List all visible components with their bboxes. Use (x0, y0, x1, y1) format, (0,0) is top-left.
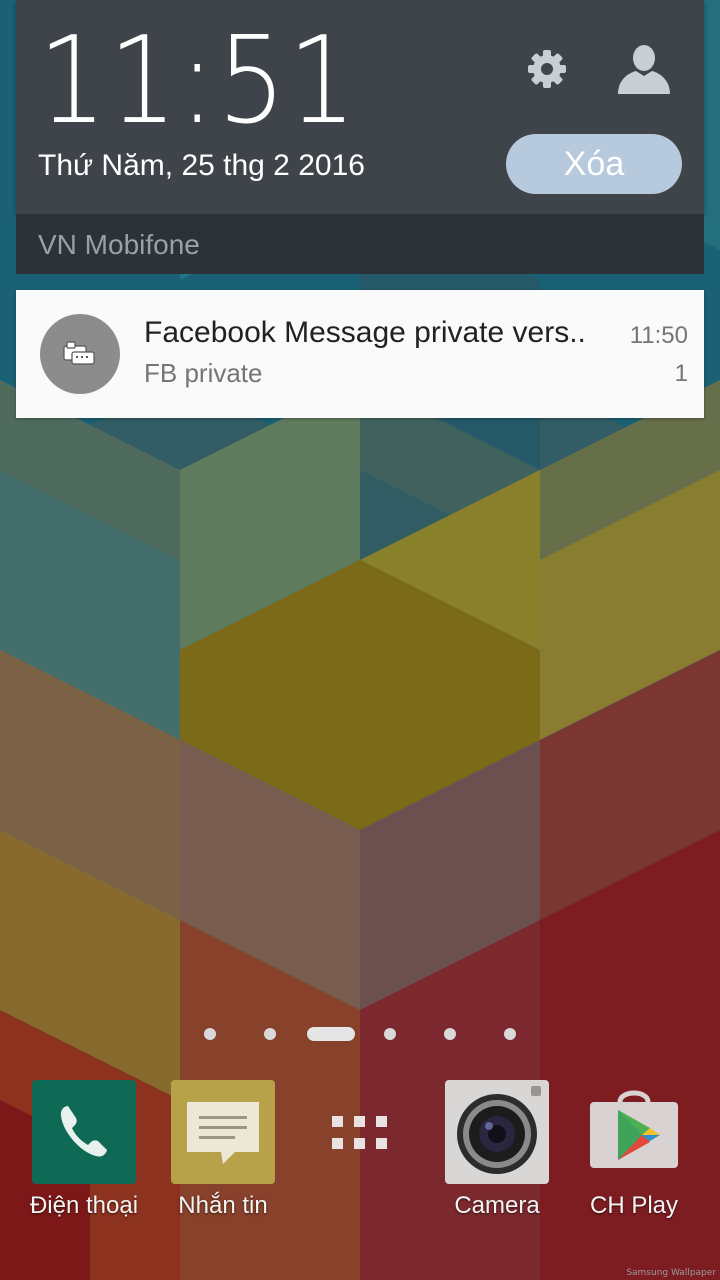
watermark: Samsung Wallpaper (626, 1268, 716, 1278)
carrier-label: VN Mobifone (38, 229, 200, 260)
dock: Điện thoại Nhắn tin Camera CH Play (0, 1080, 720, 1280)
dock-item-play-store[interactable]: CH Play (566, 1080, 702, 1230)
dock-item-apps[interactable] (292, 1080, 428, 1230)
page-dot[interactable] (384, 1028, 396, 1040)
carrier-bar: VN Mobifone (16, 214, 704, 274)
dock-label-camera: Camera (454, 1192, 540, 1219)
phone-icon (32, 1080, 136, 1184)
play-store-icon (590, 1090, 678, 1168)
notification-panel: 11:51 Thứ Năm, 25 thg 2 2016 Xóa VN Mobi… (16, 0, 704, 274)
notification-time: 11:50 (629, 322, 688, 349)
page-dot[interactable] (444, 1028, 456, 1040)
notification-card[interactable]: Facebook Message private vers.. FB priva… (16, 290, 704, 418)
page-dot[interactable] (264, 1028, 276, 1040)
gear-icon[interactable] (522, 44, 572, 94)
dock-label-messages: Nhắn tin (178, 1192, 268, 1219)
notification-count: 1 (674, 360, 688, 387)
date-label: Thứ Năm, 25 thg 2 2016 (38, 149, 365, 182)
dock-item-phone[interactable]: Điện thoại (16, 1080, 152, 1230)
page-dot[interactable] (504, 1028, 516, 1040)
dock-label-phone: Điện thoại (29, 1192, 139, 1219)
notification-title: Facebook Message private vers.. (144, 316, 586, 349)
dock-label-play-store: CH Play (589, 1192, 679, 1219)
notification-subtitle: FB private (144, 358, 263, 388)
page-dot-active[interactable] (307, 1027, 355, 1041)
dock-item-camera[interactable]: Camera (429, 1080, 565, 1230)
messages-icon (171, 1080, 275, 1184)
clock: 11:51 (38, 12, 359, 151)
panel-header: 11:51 Thứ Năm, 25 thg 2 2016 Xóa (16, 0, 704, 214)
dock-item-messages[interactable]: Nhắn tin (155, 1080, 291, 1230)
page-indicator (0, 1024, 720, 1044)
clear-button[interactable]: Xóa (506, 134, 682, 194)
apps-grid-icon (332, 1116, 387, 1149)
notification-app-icon (40, 314, 120, 394)
messenger-app-icon (63, 341, 95, 365)
camera-icon (445, 1080, 549, 1184)
page-dot[interactable] (204, 1028, 216, 1040)
user-icon[interactable] (614, 42, 674, 94)
